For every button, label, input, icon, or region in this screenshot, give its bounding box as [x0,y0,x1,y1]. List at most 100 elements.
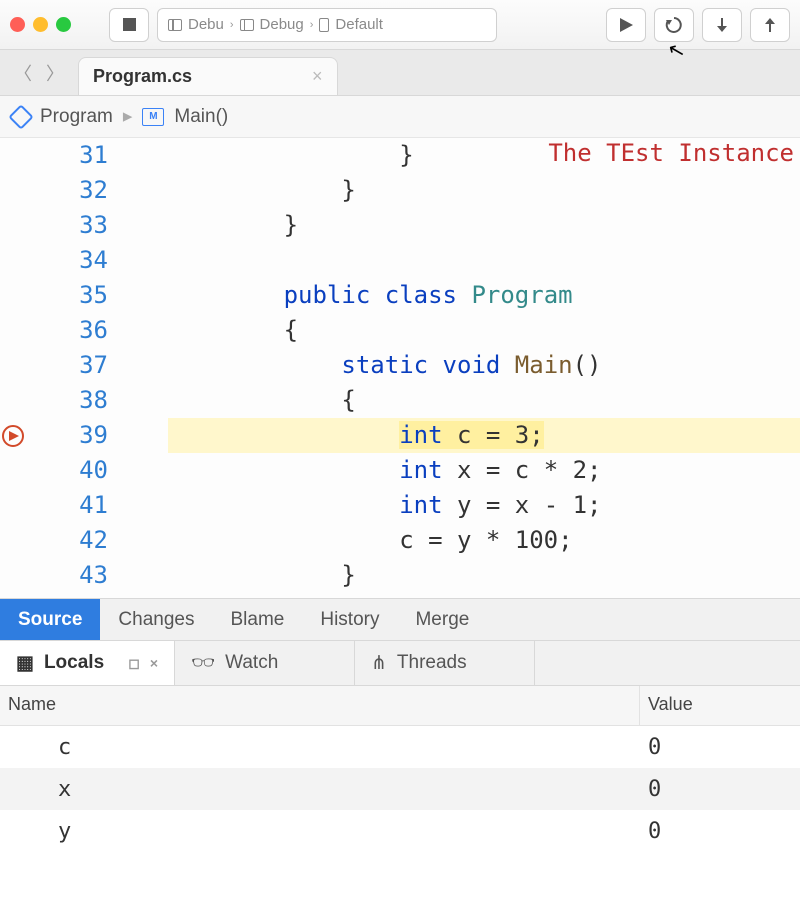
code-line[interactable]: } [168,208,800,243]
code-line[interactable]: } [168,558,800,593]
vcs-tab-bar: SourceChangesBlameHistoryMerge [0,598,800,640]
window-traffic-lights [10,17,81,32]
code-line[interactable]: int c = 3; [168,418,800,453]
vcs-tab-source[interactable]: Source [0,599,100,640]
line-number: 31 [30,138,108,173]
glasses-icon: 👓︎ [191,651,215,675]
panel-icon [168,19,182,31]
code-body[interactable]: The TEst Instance } } } public class Pro… [168,138,800,598]
run-button[interactable] [606,8,646,42]
method-icon: M [142,108,164,126]
panel-icon [240,19,254,31]
breakpoint-gutter[interactable] [0,138,30,598]
line-number: 35 [30,278,108,313]
editor-tab-bar: 〈 〉 Program.cs × [0,50,800,96]
code-line[interactable]: { [168,383,800,418]
window-minimize-button[interactable] [33,17,48,32]
vcs-tab-blame[interactable]: Blame [212,599,302,640]
file-tab[interactable]: Program.cs × [78,57,338,95]
line-number: 36 [30,313,108,348]
toolbar: Debu › Debug › Default [0,0,800,50]
line-number: 41 [30,488,108,523]
close-tab-icon[interactable]: × [312,66,323,87]
step-out-button[interactable] [750,8,790,42]
line-number: 38 [30,383,108,418]
line-number: 33 [30,208,108,243]
var-value: 0 [640,819,800,844]
restart-button[interactable] [654,8,694,42]
code-line-truncated: The TEst Instance [548,136,794,171]
code-line[interactable]: static void Main() [168,348,800,383]
var-name: c [0,735,640,760]
line-number: 42 [30,523,108,558]
arrow-up-icon [762,17,778,33]
csharp-icon [8,104,33,129]
threads-icon: ⋔ [371,652,387,675]
line-number: 40 [30,453,108,488]
vcs-tab-merge[interactable]: Merge [397,599,487,640]
code-line[interactable]: } [168,173,800,208]
variable-row[interactable]: x0 [0,768,800,810]
locals-table-header: Name Value [0,686,800,726]
chevron-right-icon: › [310,19,314,31]
variable-row[interactable]: c0 [0,726,800,768]
nav-forward-button[interactable]: 〉 [46,60,64,86]
code-line[interactable]: { [168,313,800,348]
threads-tab[interactable]: ⋔ Threads [355,641,535,685]
column-value[interactable]: Value [640,686,800,725]
code-line[interactable]: int x = c * 2; [168,453,800,488]
vcs-tab-history[interactable]: History [302,599,397,640]
watch-tab[interactable]: 👓︎ Watch [175,641,355,685]
line-number: 39 [30,418,108,453]
panel-icon[interactable]: ◻ [128,655,140,672]
code-line[interactable]: public class Program [168,278,800,313]
nav-back-button[interactable]: 〈 [14,60,32,86]
var-value: 0 [640,777,800,802]
line-number: 43 [30,558,108,593]
locals-tab[interactable]: ▦ Locals ◻ × [0,641,175,685]
run-config-part2: Debug [260,16,304,33]
code-line[interactable]: c = y * 100; [168,523,800,558]
debug-panel-tabs: ▦ Locals ◻ × 👓︎ Watch ⋔ Threads [0,640,800,686]
locals-table-body: c0x0y0 [0,726,800,852]
code-line[interactable]: int y = x - 1; [168,488,800,523]
line-numbers: 31323334353637383940414243 [30,138,118,598]
vcs-tab-changes[interactable]: Changes [100,599,212,640]
code-line[interactable] [168,243,800,278]
variable-row[interactable]: y0 [0,810,800,852]
threads-tab-label: Threads [397,652,467,674]
run-config-part3: Default [335,16,383,33]
line-number: 32 [30,173,108,208]
locals-tab-label: Locals [44,652,104,674]
restart-icon [665,16,683,34]
breadcrumb: Program ▸ M Main() [0,96,800,138]
var-value: 0 [640,735,800,760]
window-zoom-button[interactable] [56,17,71,32]
close-icon[interactable]: × [150,655,158,672]
chevron-right-icon: › [230,19,234,31]
run-config-part1: Debu [188,16,224,33]
line-number: 34 [30,243,108,278]
code-editor[interactable]: 31323334353637383940414243 The TEst Inst… [0,138,800,598]
stop-button[interactable] [109,8,149,42]
arrow-down-icon [714,17,730,33]
fold-gutter[interactable] [118,138,168,598]
watch-tab-label: Watch [225,652,278,674]
nav-arrows: 〈 〉 [8,60,70,86]
var-name: y [0,819,640,844]
run-config-selector[interactable]: Debu › Debug › Default [157,8,497,42]
window-close-button[interactable] [10,17,25,32]
breadcrumb-method[interactable]: Main() [174,106,228,128]
breadcrumb-class[interactable]: Program [40,106,113,128]
file-tab-label: Program.cs [93,66,192,87]
device-icon [319,18,329,32]
play-icon [618,17,634,33]
chevron-right-icon: ▸ [123,105,133,128]
var-name: x [0,777,640,802]
line-number: 37 [30,348,108,383]
execution-pointer-icon [2,425,24,447]
column-name[interactable]: Name [0,686,640,725]
stop-icon [123,18,136,31]
step-into-button[interactable] [702,8,742,42]
grid-icon: ▦ [16,652,34,675]
